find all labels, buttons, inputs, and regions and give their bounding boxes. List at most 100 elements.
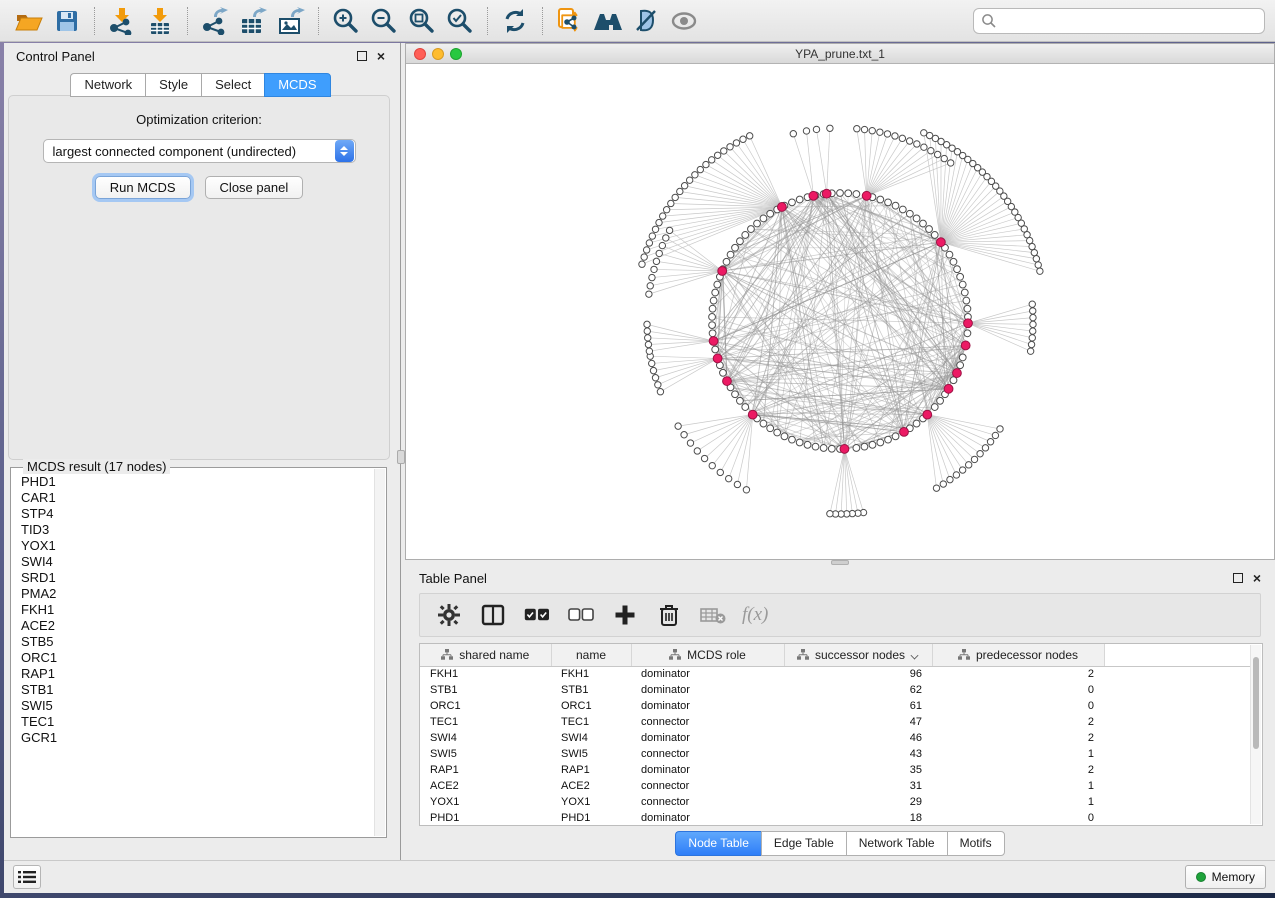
ring-node[interactable] [723,258,730,265]
table-scrollbar-thumb[interactable] [1253,657,1259,749]
ring-node[interactable] [959,281,966,288]
table-cell[interactable]: dominator [631,730,784,746]
table-cell[interactable]: connector [631,746,784,762]
leaf-node[interactable] [717,469,723,475]
ring-node[interactable] [950,258,957,265]
float-panel-icon[interactable] [357,51,367,61]
result-node[interactable]: ACE2 [21,618,374,634]
ring-node[interactable] [877,439,884,446]
leaf-node[interactable] [1028,341,1034,347]
leaf-node[interactable] [647,283,653,289]
table-cell[interactable]: 31 [784,778,932,794]
leaf-node[interactable] [892,133,898,139]
table-cell[interactable]: 62 [784,682,932,698]
mcds-hub-node[interactable] [822,189,831,198]
table-cell[interactable]: 1 [932,778,1104,794]
create-column-button[interactable] [610,600,640,630]
leaf-node[interactable] [861,126,867,132]
tab-mcds[interactable]: MCDS [264,73,330,97]
vertical-splitter[interactable] [397,43,405,860]
ring-node[interactable] [946,251,953,258]
leaf-node[interactable] [746,133,752,139]
ring-node[interactable] [964,330,971,337]
leaf-node[interactable] [740,136,746,142]
result-node[interactable]: ORC1 [21,650,374,666]
leaf-node[interactable] [1029,301,1035,307]
table-cell[interactable]: connector [631,794,784,810]
mcds-hub-node[interactable] [718,267,727,276]
result-node[interactable]: STP4 [21,506,374,522]
leaf-node[interactable] [655,382,661,388]
leaf-node[interactable] [997,426,1003,432]
leaf-node[interactable] [992,432,998,438]
tab-select[interactable]: Select [201,73,264,97]
table-cell[interactable]: 96 [784,666,932,682]
leaf-node[interactable] [639,261,645,267]
leaf-node[interactable] [725,475,731,481]
leaf-node[interactable] [1033,256,1039,262]
ring-node[interactable] [732,391,739,398]
ring-node[interactable] [931,232,938,239]
leaf-node[interactable] [733,140,739,146]
ring-node[interactable] [720,369,727,376]
leaf-node[interactable] [987,439,993,445]
leaf-node[interactable] [914,141,920,147]
leaf-node[interactable] [677,188,683,194]
table-cell[interactable]: 2 [932,730,1104,746]
table-cell[interactable]: PHD1 [420,810,551,826]
ring-node[interactable] [877,196,884,203]
show-hide-view-button[interactable] [665,5,703,37]
result-node[interactable]: FKH1 [21,602,374,618]
table-cell[interactable]: PHD1 [551,810,631,826]
search-input[interactable] [997,14,1257,28]
mcds-hub-node[interactable] [709,337,718,346]
table-cell[interactable]: 2 [932,714,1104,730]
mcds-hub-node[interactable] [748,410,757,419]
ring-node[interactable] [767,210,774,217]
zoom-in-button[interactable] [327,5,365,37]
task-history-button[interactable] [13,865,41,889]
table-cell[interactable]: RAP1 [551,762,631,778]
table-cell[interactable]: FKH1 [420,666,551,682]
import-table-button[interactable] [141,5,179,37]
close-panel-button[interactable]: Close panel [205,176,304,199]
leaf-node[interactable] [933,485,939,491]
ring-node[interactable] [963,297,970,304]
ring-node[interactable] [774,429,781,436]
ring-node[interactable] [737,238,744,245]
table-row[interactable]: TEC1TEC1connector472 [420,714,1256,730]
table-row[interactable]: FKH1FKH1dominator962 [420,666,1256,682]
leaf-node[interactable] [681,183,687,189]
result-node[interactable]: STB1 [21,682,374,698]
leaf-node[interactable] [668,200,674,206]
table-row[interactable]: ORC1ORC1dominator610 [420,698,1256,714]
splitter-handle[interactable] [397,450,405,464]
leaf-node[interactable] [827,511,833,517]
column-header-successor-nodes[interactable]: successor nodes [784,644,932,666]
mcds-hub-node[interactable] [953,369,962,378]
table-cell[interactable]: connector [631,778,784,794]
table-row[interactable]: YOX1YOX1connector291 [420,794,1256,810]
table-cell[interactable]: YOX1 [551,794,631,810]
column-header-shared-name[interactable]: shared name [420,644,551,666]
leaf-node[interactable] [928,148,934,154]
leaf-node[interactable] [645,335,651,341]
table-cell[interactable]: TEC1 [420,714,551,730]
leaf-node[interactable] [1031,249,1037,255]
search-network-button[interactable] [589,5,627,37]
table-cell[interactable]: 0 [932,682,1104,698]
delete-column-button[interactable] [654,600,684,630]
leaf-node[interactable] [971,456,977,462]
column-header-mcds-role[interactable]: MCDS role [631,644,784,666]
table-cell[interactable]: FKH1 [551,666,631,682]
float-panel-icon[interactable] [1233,573,1243,583]
leaf-node[interactable] [959,467,965,473]
ring-node[interactable] [709,305,716,312]
ring-node[interactable] [954,266,961,273]
leaf-node[interactable] [953,472,959,478]
leaf-node[interactable] [854,126,860,132]
ring-node[interactable] [796,439,803,446]
ring-node[interactable] [853,445,860,452]
zoom-out-button[interactable] [365,5,403,37]
column-header-name[interactable]: name [551,644,631,666]
